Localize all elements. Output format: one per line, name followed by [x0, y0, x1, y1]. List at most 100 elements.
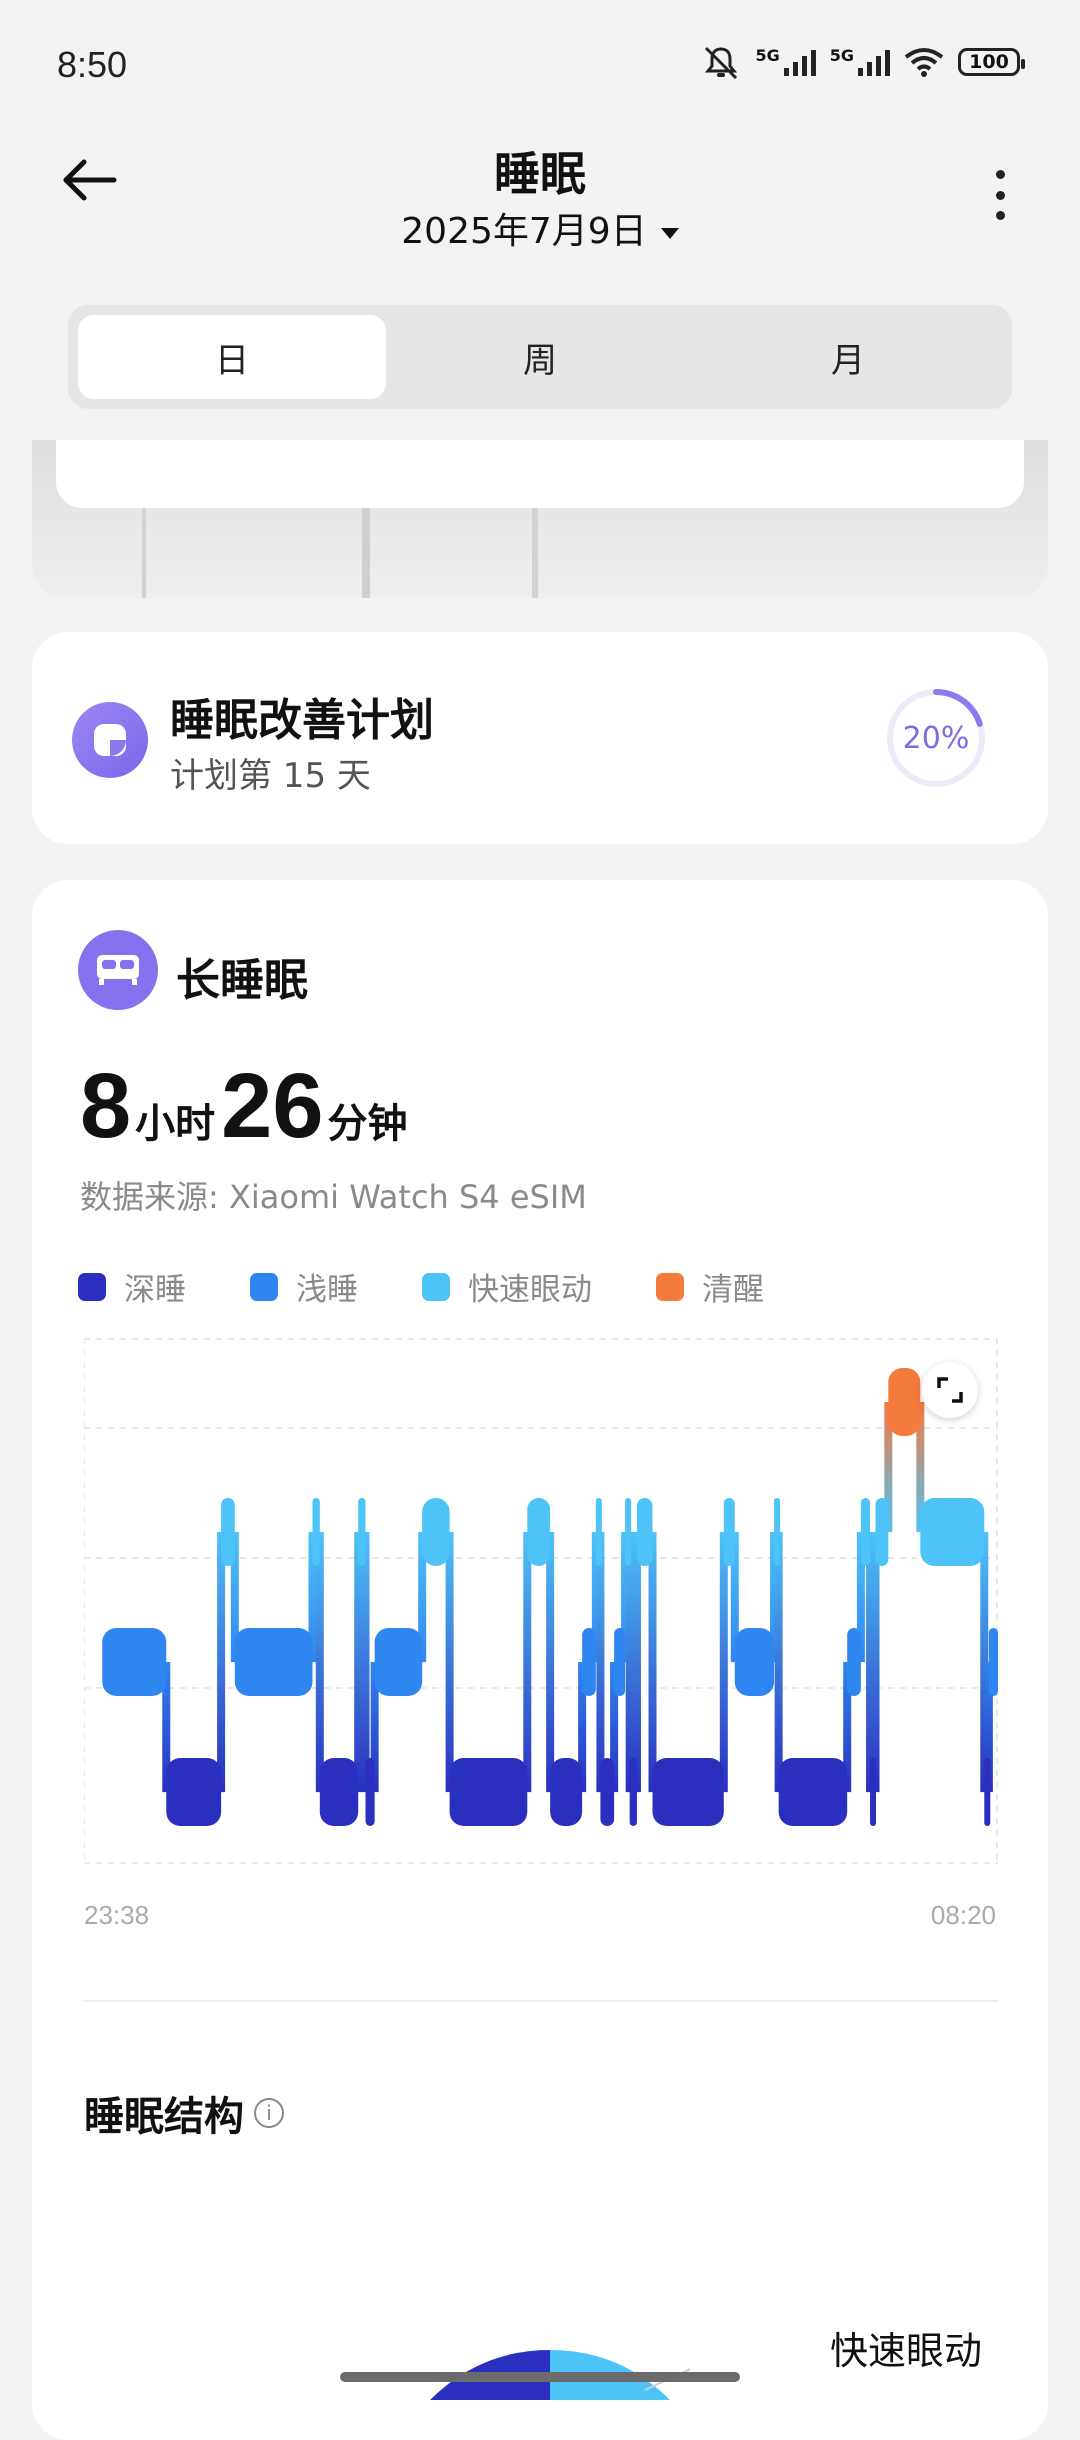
network-5g-label-2: 5G — [829, 45, 854, 65]
legend-light: 浅睡 — [250, 1264, 358, 1309]
legend-light-swatch — [250, 1272, 278, 1301]
stage-transition — [445, 1532, 454, 1793]
stage-segment — [629, 1758, 637, 1826]
stage-segment — [723, 1498, 735, 1566]
plan-progress-text: 20% — [902, 721, 970, 756]
stage-segment — [636, 1498, 653, 1566]
stage-segment — [774, 1498, 781, 1566]
rem-label: 快速眼动 — [830, 2329, 983, 2373]
expand-chart-button[interactable] — [922, 1362, 978, 1418]
stage-segment — [221, 1498, 235, 1566]
plan-subtitle: 计划第 15 天 — [170, 756, 371, 796]
stage-segment — [600, 1758, 615, 1826]
legend-deep-swatch — [78, 1272, 106, 1301]
stage-segment — [449, 1758, 528, 1826]
stage-transition — [217, 1532, 226, 1793]
chart-legend: 深睡 浅睡 快速眼动 清醒 — [78, 1264, 828, 1309]
stage-segment — [422, 1498, 450, 1566]
stage-transition — [648, 1532, 657, 1793]
stage-transition — [361, 1532, 370, 1793]
duration-minutes-unit: 分钟 — [327, 1101, 408, 1147]
mute-bell-icon — [705, 46, 738, 80]
sleep-title: 长睡眠 — [176, 955, 308, 1006]
stage-segment — [312, 1498, 320, 1566]
stage-segment — [870, 1758, 877, 1826]
network-5g-label: 5G — [755, 45, 780, 65]
legend-light-label: 浅睡 — [296, 1272, 358, 1308]
legend-rem-swatch — [422, 1272, 450, 1301]
stage-segment — [365, 1758, 375, 1826]
divider — [84, 2000, 998, 2002]
stage-segment — [319, 1758, 359, 1826]
legend-awake: 清醒 — [656, 1264, 764, 1309]
sleep-duration: 8 小时 26 分钟 — [80, 1060, 414, 1152]
stage-segment — [860, 1498, 871, 1566]
stage-segment — [614, 1628, 626, 1696]
stage-segment — [920, 1498, 985, 1566]
stage-segment — [166, 1758, 222, 1826]
plan-icon — [72, 702, 148, 778]
tab-month[interactable]: 月 — [694, 315, 1002, 399]
data-source: 数据来源: Xiaomi Watch S4 eSIM — [80, 1178, 587, 1216]
stage-segment — [234, 1628, 313, 1696]
stage-transition — [596, 1532, 605, 1793]
bed-icon — [78, 930, 158, 1010]
structure-title-label: 睡眠结构 — [84, 2094, 244, 2140]
stage-segment — [734, 1628, 775, 1696]
plan-title: 睡眠改善计划 — [170, 695, 434, 746]
page-title: 睡眠 — [494, 147, 586, 201]
stage-segment — [527, 1498, 551, 1566]
legend-deep-label: 深睡 — [124, 1272, 186, 1308]
battery-icon: 100 — [958, 48, 1025, 76]
stage-segment — [847, 1628, 861, 1696]
info-icon[interactable]: i — [254, 2098, 284, 2128]
stage-transition — [871, 1532, 880, 1793]
more-options-button[interactable] — [985, 170, 1015, 220]
tab-week[interactable]: 周 — [386, 315, 694, 399]
legend-deep: 深睡 — [78, 1264, 186, 1309]
stage-segment — [875, 1498, 889, 1566]
period-tabs: 日 周 月 — [68, 305, 1012, 409]
stage-transition — [625, 1532, 634, 1793]
legend-awake-swatch — [656, 1272, 684, 1301]
stage-segment — [984, 1758, 991, 1826]
duration-hours: 8 — [80, 1055, 132, 1157]
sleep-stage-chart[interactable] — [84, 1338, 998, 1864]
stage-segment — [358, 1498, 366, 1566]
stage-segment — [595, 1498, 602, 1566]
duration-hours-unit: 小时 — [135, 1101, 216, 1147]
status-time: 8:50 — [57, 44, 128, 85]
legend-rem-label: 快速眼动 — [468, 1272, 592, 1308]
stage-transition — [315, 1532, 324, 1793]
stage-transition — [632, 1532, 641, 1793]
legend-awake-label: 清醒 — [702, 1272, 764, 1308]
home-indicator[interactable] — [340, 2372, 740, 2382]
stage-transition — [523, 1532, 532, 1793]
legend-rem: 快速眼动 — [422, 1264, 592, 1309]
duration-minutes: 26 — [221, 1055, 324, 1157]
stage-segment — [652, 1758, 724, 1826]
stage-segment — [778, 1758, 848, 1826]
stage-segment — [988, 1628, 998, 1696]
signal-icon-2 — [858, 50, 890, 76]
stage-segment — [102, 1628, 167, 1696]
stage-segment — [625, 1498, 632, 1566]
expand-icon — [937, 1377, 963, 1403]
chart-end-time: 08:20 — [930, 1900, 996, 1930]
stage-transition — [354, 1532, 363, 1793]
wifi-icon — [904, 48, 944, 77]
sleep-score-card — [56, 440, 1024, 508]
stage-transition — [774, 1532, 783, 1793]
structure-title: 睡眠结构 i — [84, 2084, 284, 2142]
signal-icon — [783, 50, 816, 76]
status-icons: 5G 5G 100 — [701, 44, 1025, 80]
stage-segment — [888, 1368, 921, 1436]
date-selector[interactable]: 2025年7月9日 — [0, 202, 1080, 254]
stage-transition — [546, 1532, 555, 1793]
chart-start-time: 23:38 — [84, 1900, 150, 1930]
caret-down-icon — [660, 227, 679, 239]
stage-segment — [550, 1758, 583, 1826]
tab-day[interactable]: 日 — [78, 315, 386, 399]
stage-transition — [719, 1532, 728, 1793]
stage-segment — [374, 1628, 423, 1696]
